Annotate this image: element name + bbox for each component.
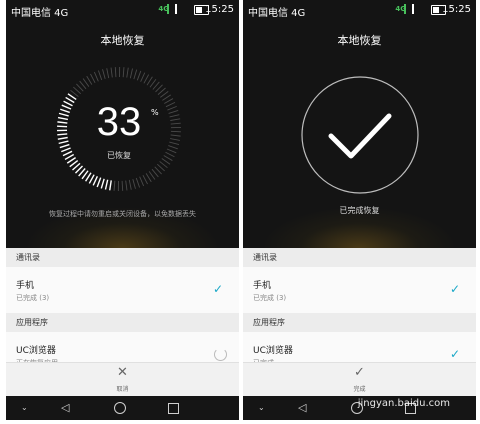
progress-tick-filled — [96, 177, 102, 188]
check-icon: ✓ — [354, 365, 365, 380]
signal-icon — [167, 4, 177, 14]
progress-tick-empty — [113, 180, 116, 191]
progress-tick-empty — [143, 74, 150, 84]
carrier-label: 中国电信 4G — [248, 8, 306, 19]
section-apps-header: 应用程序 — [6, 313, 239, 332]
item-status: 已完成 (3) — [16, 294, 50, 302]
right-screen: 中国电信 4G 4G 15:25 本地恢复 已完成恢复 通讯录 手机 已完成 (… — [243, 0, 476, 420]
check-icon: ✓ — [212, 282, 223, 296]
recents-icon[interactable] — [168, 403, 179, 414]
progress-tick-empty — [154, 166, 162, 175]
chevron-down-icon[interactable]: ⌄ — [21, 401, 28, 415]
progress-tick-empty — [121, 180, 124, 191]
progress-tick-empty — [146, 76, 153, 86]
progress-tick-empty — [126, 67, 129, 78]
item-name: UC浏览器 — [253, 346, 293, 356]
progress-tick-empty — [157, 87, 166, 95]
progress-tick-empty — [86, 75, 93, 85]
item-status: 已完成 (3) — [253, 294, 287, 302]
progress-tick-empty — [102, 69, 106, 79]
cancel-label: 取消 — [116, 386, 129, 393]
progress-tick-empty — [82, 78, 90, 87]
progress-tick-empty — [73, 86, 82, 95]
left-screen: 中国电信 4G 4G 15:25 本地恢复 33 % 已恢复 恢复过程中请勿重启… — [6, 0, 239, 420]
progress-tick-empty — [76, 83, 84, 92]
progress-tick-filled — [100, 178, 105, 189]
percent-sign: % — [151, 108, 159, 117]
progress-tick-empty — [168, 145, 178, 150]
watermark: jingyan.baidu.com — [357, 398, 450, 409]
done-label: 已完成恢复 — [339, 206, 380, 215]
status-bar: 中国电信 4G 4G 15:25 — [6, 0, 239, 20]
item-name: 手机 — [16, 281, 35, 291]
list-item-contacts[interactable]: 手机 已完成 (3) ✓ — [243, 267, 476, 314]
progress-tick-empty — [97, 70, 103, 81]
progress-percent: 33 — [96, 100, 142, 144]
list-item-contacts[interactable]: 手机 已完成 (3) ✓ — [6, 267, 239, 314]
page-title: 本地恢复 — [337, 34, 382, 47]
progress-tick-empty — [129, 68, 133, 79]
home-icon[interactable] — [114, 402, 126, 414]
status-bar: 中国电信 4G 4G 15:25 — [243, 0, 476, 20]
progress-tick-empty — [93, 71, 99, 82]
progress-tick-empty — [136, 70, 142, 81]
back-icon[interactable]: ◁ — [61, 401, 69, 415]
progress-tick-empty — [139, 176, 145, 187]
progress-tick-filled — [109, 180, 112, 191]
done-button-label: 完成 — [353, 386, 366, 393]
progress-tick-empty — [155, 84, 163, 93]
navigation-bar: ⌄ ◁ — [6, 396, 239, 420]
completed-check-icon — [301, 76, 419, 194]
progress-tick-empty — [160, 90, 169, 98]
progress-tick-filled — [67, 93, 77, 101]
progress-tick-empty — [148, 171, 156, 180]
progress-tick-empty — [149, 78, 157, 88]
back-icon[interactable]: ◁ — [298, 401, 306, 415]
progress-tick-empty — [156, 163, 165, 172]
progress-tick-filled — [88, 174, 95, 184]
progress-tick-empty — [159, 161, 168, 169]
progress-tick-filled — [85, 172, 92, 182]
progress-tick-empty — [142, 174, 148, 185]
progress-tick-filled — [104, 179, 109, 190]
check-icon: ✓ — [449, 282, 460, 296]
page-title: 本地恢复 — [100, 34, 145, 47]
clock: 15:25 — [442, 4, 471, 15]
progress-tick-empty — [140, 72, 146, 82]
item-name: UC浏览器 — [16, 346, 56, 356]
progress-tick-empty — [151, 168, 159, 178]
carrier-label: 中国电信 4G — [11, 8, 69, 19]
progress-tick-filled — [59, 143, 70, 149]
progress-tick-empty — [110, 67, 113, 78]
section-contacts-header: 通讯录 — [243, 248, 476, 267]
done-button[interactable]: ✓ 完成 — [243, 362, 476, 397]
progress-tick-empty — [152, 81, 160, 90]
progress-tick-empty — [135, 177, 141, 188]
chevron-down-icon[interactable]: ⌄ — [258, 401, 265, 415]
progress-tick-empty — [106, 68, 110, 79]
section-apps-header: 应用程序 — [243, 313, 476, 332]
cancel-button[interactable]: ✕ 取消 — [6, 362, 239, 397]
signal-icon — [404, 4, 414, 14]
progress-tick-empty — [122, 67, 125, 78]
progress-tick-empty — [114, 67, 117, 78]
progress-tick-empty — [145, 173, 152, 183]
progress-tick-empty — [79, 80, 87, 90]
check-icon: ✓ — [449, 347, 460, 361]
close-icon: ✕ — [117, 365, 128, 380]
item-name: 手机 — [253, 281, 272, 291]
section-contacts-header: 通讯录 — [6, 248, 239, 267]
warning-text: 恢复过程中请勿重启或关闭设备，以免数据丢失 — [49, 210, 196, 218]
progress-tick-empty — [132, 179, 136, 189]
progress-tick-filled — [92, 175, 98, 186]
clock: 15:25 — [205, 4, 234, 15]
progress-tick-empty — [133, 69, 138, 80]
loading-spinner-icon — [214, 348, 227, 361]
progress-tick-empty — [90, 73, 96, 84]
progress-tick-empty — [128, 179, 132, 190]
progress-tick-empty — [125, 180, 128, 191]
restored-label: 已恢复 — [107, 151, 131, 160]
